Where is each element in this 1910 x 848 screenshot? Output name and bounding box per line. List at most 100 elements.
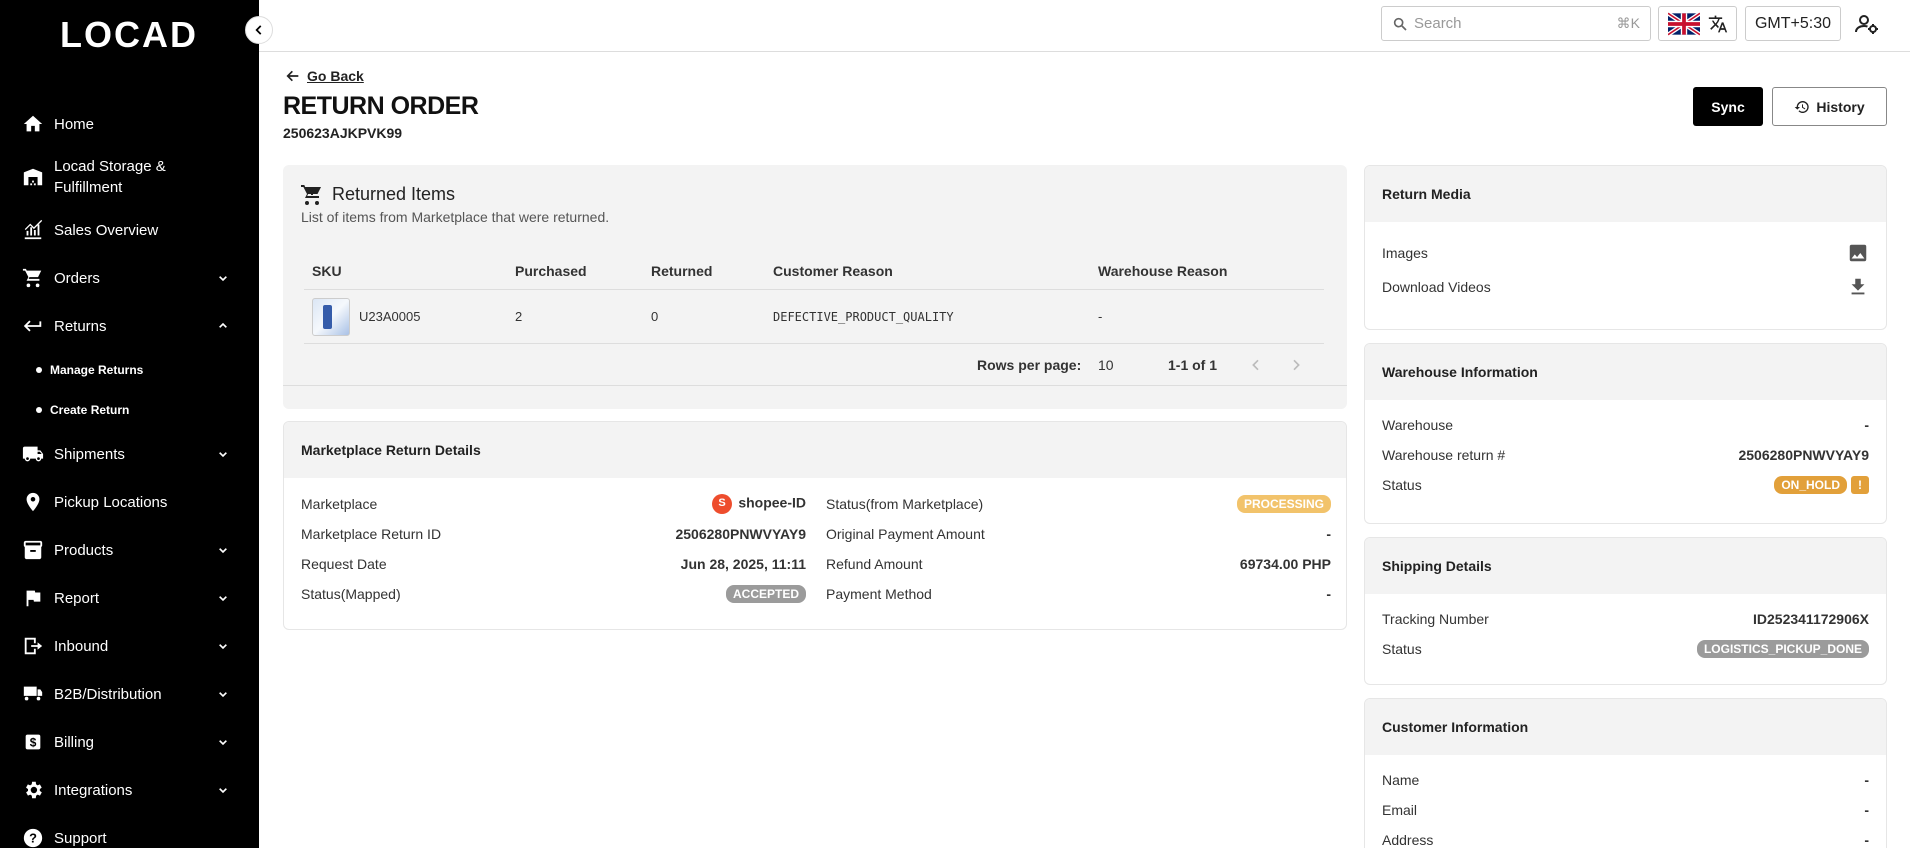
detail-row-marketplace: Marketplace shopee-ID — [301, 489, 806, 519]
sidebar-item-returns[interactable]: Returns — [0, 302, 259, 350]
detail-row-original-payment: Original Payment Amount - — [826, 519, 1331, 549]
sidebar-item-label: B2B/Distribution — [54, 685, 162, 703]
sidebar-subitem-manage-returns[interactable]: Manage Returns — [0, 350, 259, 390]
collapse-sidebar-button[interactable] — [245, 16, 273, 44]
prev-page-icon[interactable] — [1248, 357, 1264, 373]
status-badge: PROCESSING — [1236, 495, 1331, 513]
rows-per-page-select[interactable]: 10 — [1098, 357, 1114, 373]
history-label: History — [1816, 98, 1865, 115]
value: 69734.00 PHP — [1239, 556, 1331, 572]
subitem-label: Manage Returns — [50, 363, 144, 377]
sidebar-item-label: Locad Storage & Fulfillment — [54, 158, 166, 196]
cell-purchased: 2 — [515, 309, 523, 324]
value: 2506280PNWVYAY9 — [1738, 447, 1869, 463]
chevron-down-icon — [219, 596, 227, 602]
download-icon[interactable] — [1847, 276, 1869, 298]
sidebar-item-orders[interactable]: Orders — [0, 254, 259, 302]
chevron-down-icon — [219, 452, 227, 458]
distribution-icon — [20, 681, 46, 707]
marketplace-value: shopee-ID — [712, 494, 806, 514]
return-media-card: Return Media Images Download Videos — [1364, 165, 1887, 330]
label: Status — [1382, 641, 1422, 657]
rows-per-page-label: Rows per page: — [977, 357, 1082, 373]
billing-icon: $ — [20, 729, 46, 755]
help-icon: ? — [20, 825, 46, 848]
value: 2506280PNWVYAY9 — [675, 526, 806, 542]
label: Status(Mapped) — [301, 586, 401, 602]
detail-row-payment-method: Payment Method - — [826, 579, 1331, 609]
chevron-down-icon — [219, 276, 227, 282]
warehouse-icon — [20, 164, 46, 190]
sidebar-item-products[interactable]: Products — [0, 526, 259, 574]
svg-text:?: ? — [29, 831, 37, 846]
chevron-up-icon — [219, 322, 227, 328]
detail-row-email: Email - — [1382, 795, 1869, 825]
table-row[interactable]: U23A0005 2 0 DEFECTIVE_PRODUCT_QUALITY - — [304, 290, 1324, 344]
page-title: RETURN ORDER — [283, 92, 479, 120]
label: Payment Method — [826, 586, 932, 602]
return-icon — [20, 313, 46, 339]
col-sku[interactable]: SKU — [304, 263, 515, 279]
sidebar-item-label: Report — [54, 589, 100, 607]
detail-row-address: Address - — [1382, 825, 1869, 848]
col-customer-reason[interactable]: Customer Reason — [773, 263, 1098, 279]
sidebar-item-integrations[interactable]: Integrations — [0, 766, 259, 814]
sidebar-item-storage[interactable]: Locad Storage & Fulfillment — [0, 148, 259, 206]
col-warehouse-reason[interactable]: Warehouse Reason — [1098, 263, 1324, 279]
history-button[interactable]: History — [1772, 87, 1887, 126]
sidebar-subitem-create-return[interactable]: Create Return — [0, 390, 259, 430]
marketplace-details-left: Marketplace shopee-ID Marketplace Return… — [301, 489, 806, 609]
warning-icon[interactable]: ! — [1851, 476, 1869, 494]
detail-row-status-mapped: Status(Mapped) ACCEPTED — [301, 579, 806, 609]
sidebar-item-shipments[interactable]: Shipments — [0, 430, 259, 478]
sidebar-item-b2b-distribution[interactable]: B2B/Distribution — [0, 670, 259, 718]
sidebar-item-pickup-locations[interactable]: Pickup Locations — [0, 478, 259, 526]
translate-icon — [1708, 15, 1727, 32]
cell-warehouse-reason: - — [1098, 309, 1103, 324]
pin-icon — [20, 489, 46, 515]
card-title: Return Media — [1365, 166, 1886, 222]
table-pagination: Rows per page: 10 1-1 of 1 — [283, 345, 1347, 386]
sync-button[interactable]: Sync — [1693, 87, 1763, 126]
detail-row-warehouse: Warehouse - — [1382, 410, 1869, 440]
go-back-link[interactable]: Go Back — [285, 68, 364, 84]
chevron-down-icon — [219, 644, 227, 650]
col-returned[interactable]: Returned — [651, 263, 773, 279]
label: Tracking Number — [1382, 611, 1489, 627]
product-thumbnail[interactable] — [312, 297, 350, 336]
chevron-down-icon — [219, 740, 227, 746]
value: - — [1326, 526, 1331, 542]
sidebar-item-inbound[interactable]: Inbound — [0, 622, 259, 670]
warehouse-info-body: Warehouse - Warehouse return # 2506280PN… — [1365, 400, 1886, 500]
table-header: SKU Purchased Returned Customer Reason W… — [304, 253, 1324, 290]
truck-icon — [20, 441, 46, 467]
timezone-button[interactable]: GMT+5:30 — [1745, 6, 1841, 41]
col-purchased[interactable]: Purchased — [515, 263, 651, 279]
sidebar-item-billing[interactable]: $ Billing — [0, 718, 259, 766]
warehouse-information-card: Warehouse Information Warehouse - Wareho… — [1364, 343, 1887, 524]
marketplace-details-right: Status(from Marketplace) PROCESSING Orig… — [826, 489, 1331, 609]
detail-row-status-marketplace: Status(from Marketplace) PROCESSING — [826, 489, 1331, 519]
inbound-icon — [20, 633, 46, 659]
sidebar-item-sales-overview[interactable]: Sales Overview — [0, 206, 259, 254]
sidebar-item-report[interactable]: Report — [0, 574, 259, 622]
detail-row-warehouse-return: Warehouse return # 2506280PNWVYAY9 — [1382, 440, 1869, 470]
card-title: Marketplace Return Details — [284, 422, 1346, 478]
sidebar-item-support[interactable]: ? Support — [0, 814, 259, 848]
customer-info-body: Name - Email - Address - — [1365, 755, 1886, 848]
media-row-images: Images — [1382, 236, 1869, 270]
next-page-icon[interactable] — [1288, 357, 1304, 373]
label: Request Date — [301, 556, 387, 572]
sidebar-item-label: Billing — [54, 733, 95, 751]
sidebar-item-home[interactable]: Home — [0, 100, 259, 148]
cart-icon — [20, 265, 46, 291]
image-icon[interactable] — [1847, 242, 1869, 264]
locad-logo[interactable]: LOCAD — [53, 16, 205, 52]
flag-icon — [20, 585, 46, 611]
language-button[interactable] — [1658, 6, 1737, 41]
user-settings-icon[interactable] — [1855, 12, 1879, 36]
cell-customer-reason: DEFECTIVE_PRODUCT_QUALITY — [773, 309, 954, 324]
search-input[interactable]: Search ⌘K — [1381, 6, 1651, 41]
returned-items-card: Returned Items List of items from Market… — [283, 165, 1347, 409]
value: shopee-ID — [738, 494, 806, 511]
